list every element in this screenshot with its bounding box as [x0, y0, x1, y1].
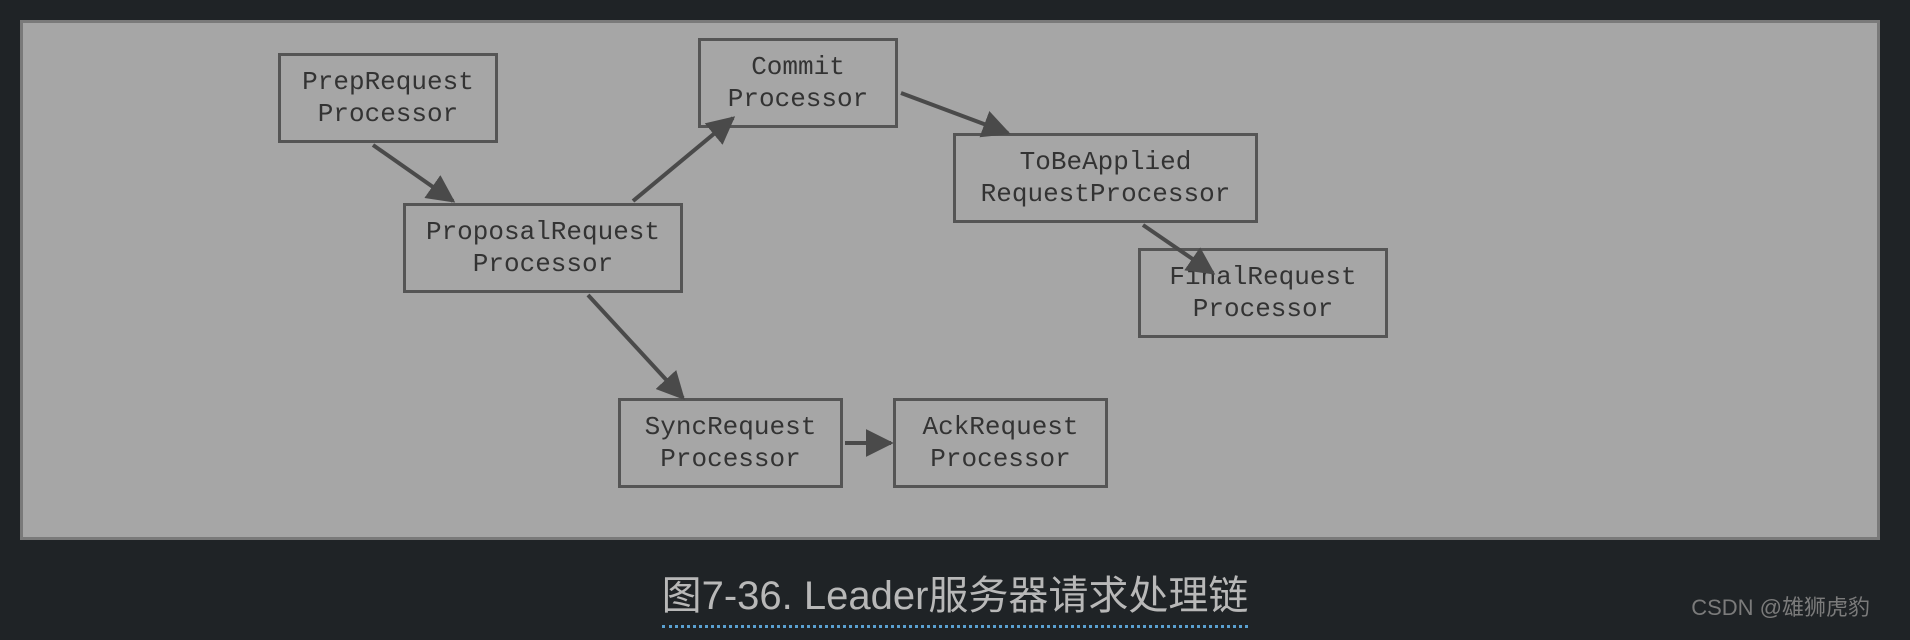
node-line: PrepRequest — [302, 66, 474, 99]
node-line: Processor — [728, 83, 868, 116]
node-line: AckRequest — [922, 411, 1078, 444]
node-line: Processor — [660, 443, 800, 476]
watermark: CSDN @雄狮虎豹 — [1691, 590, 1870, 622]
node-line: Processor — [1193, 293, 1333, 326]
node-final-request-processor: FinalRequest Processor — [1138, 248, 1388, 338]
node-line: FinalRequest — [1169, 261, 1356, 294]
node-line: Processor — [473, 248, 613, 281]
node-prep-request-processor: PrepRequest Processor — [278, 53, 498, 143]
node-tobeapplied-request-processor: ToBeApplied RequestProcessor — [953, 133, 1258, 223]
caption-bar: 图7-36. Leader服务器请求处理链 — [0, 550, 1910, 640]
node-ack-request-processor: AckRequest Processor — [893, 398, 1108, 488]
node-proposal-request-processor: ProposalRequest Processor — [403, 203, 683, 293]
edge-proposal-to-sync — [588, 295, 683, 398]
node-line: ToBeApplied — [1020, 146, 1192, 179]
node-commit-processor: Commit Processor — [698, 38, 898, 128]
node-sync-request-processor: SyncRequest Processor — [618, 398, 843, 488]
figure-caption: 图7-36. Leader服务器请求处理链 — [662, 563, 1249, 628]
node-line: RequestProcessor — [981, 178, 1231, 211]
edge-prep-to-proposal — [373, 145, 453, 201]
node-line: Processor — [318, 98, 458, 131]
node-line: SyncRequest — [645, 411, 817, 444]
node-line: Processor — [930, 443, 1070, 476]
edge-proposal-to-commit — [633, 118, 733, 201]
node-line: ProposalRequest — [426, 216, 660, 249]
edge-commit-to-tobeapplied — [901, 93, 1008, 133]
diagram-frame: PrepRequest Processor ProposalRequest Pr… — [20, 20, 1880, 540]
node-line: Commit — [751, 51, 845, 84]
